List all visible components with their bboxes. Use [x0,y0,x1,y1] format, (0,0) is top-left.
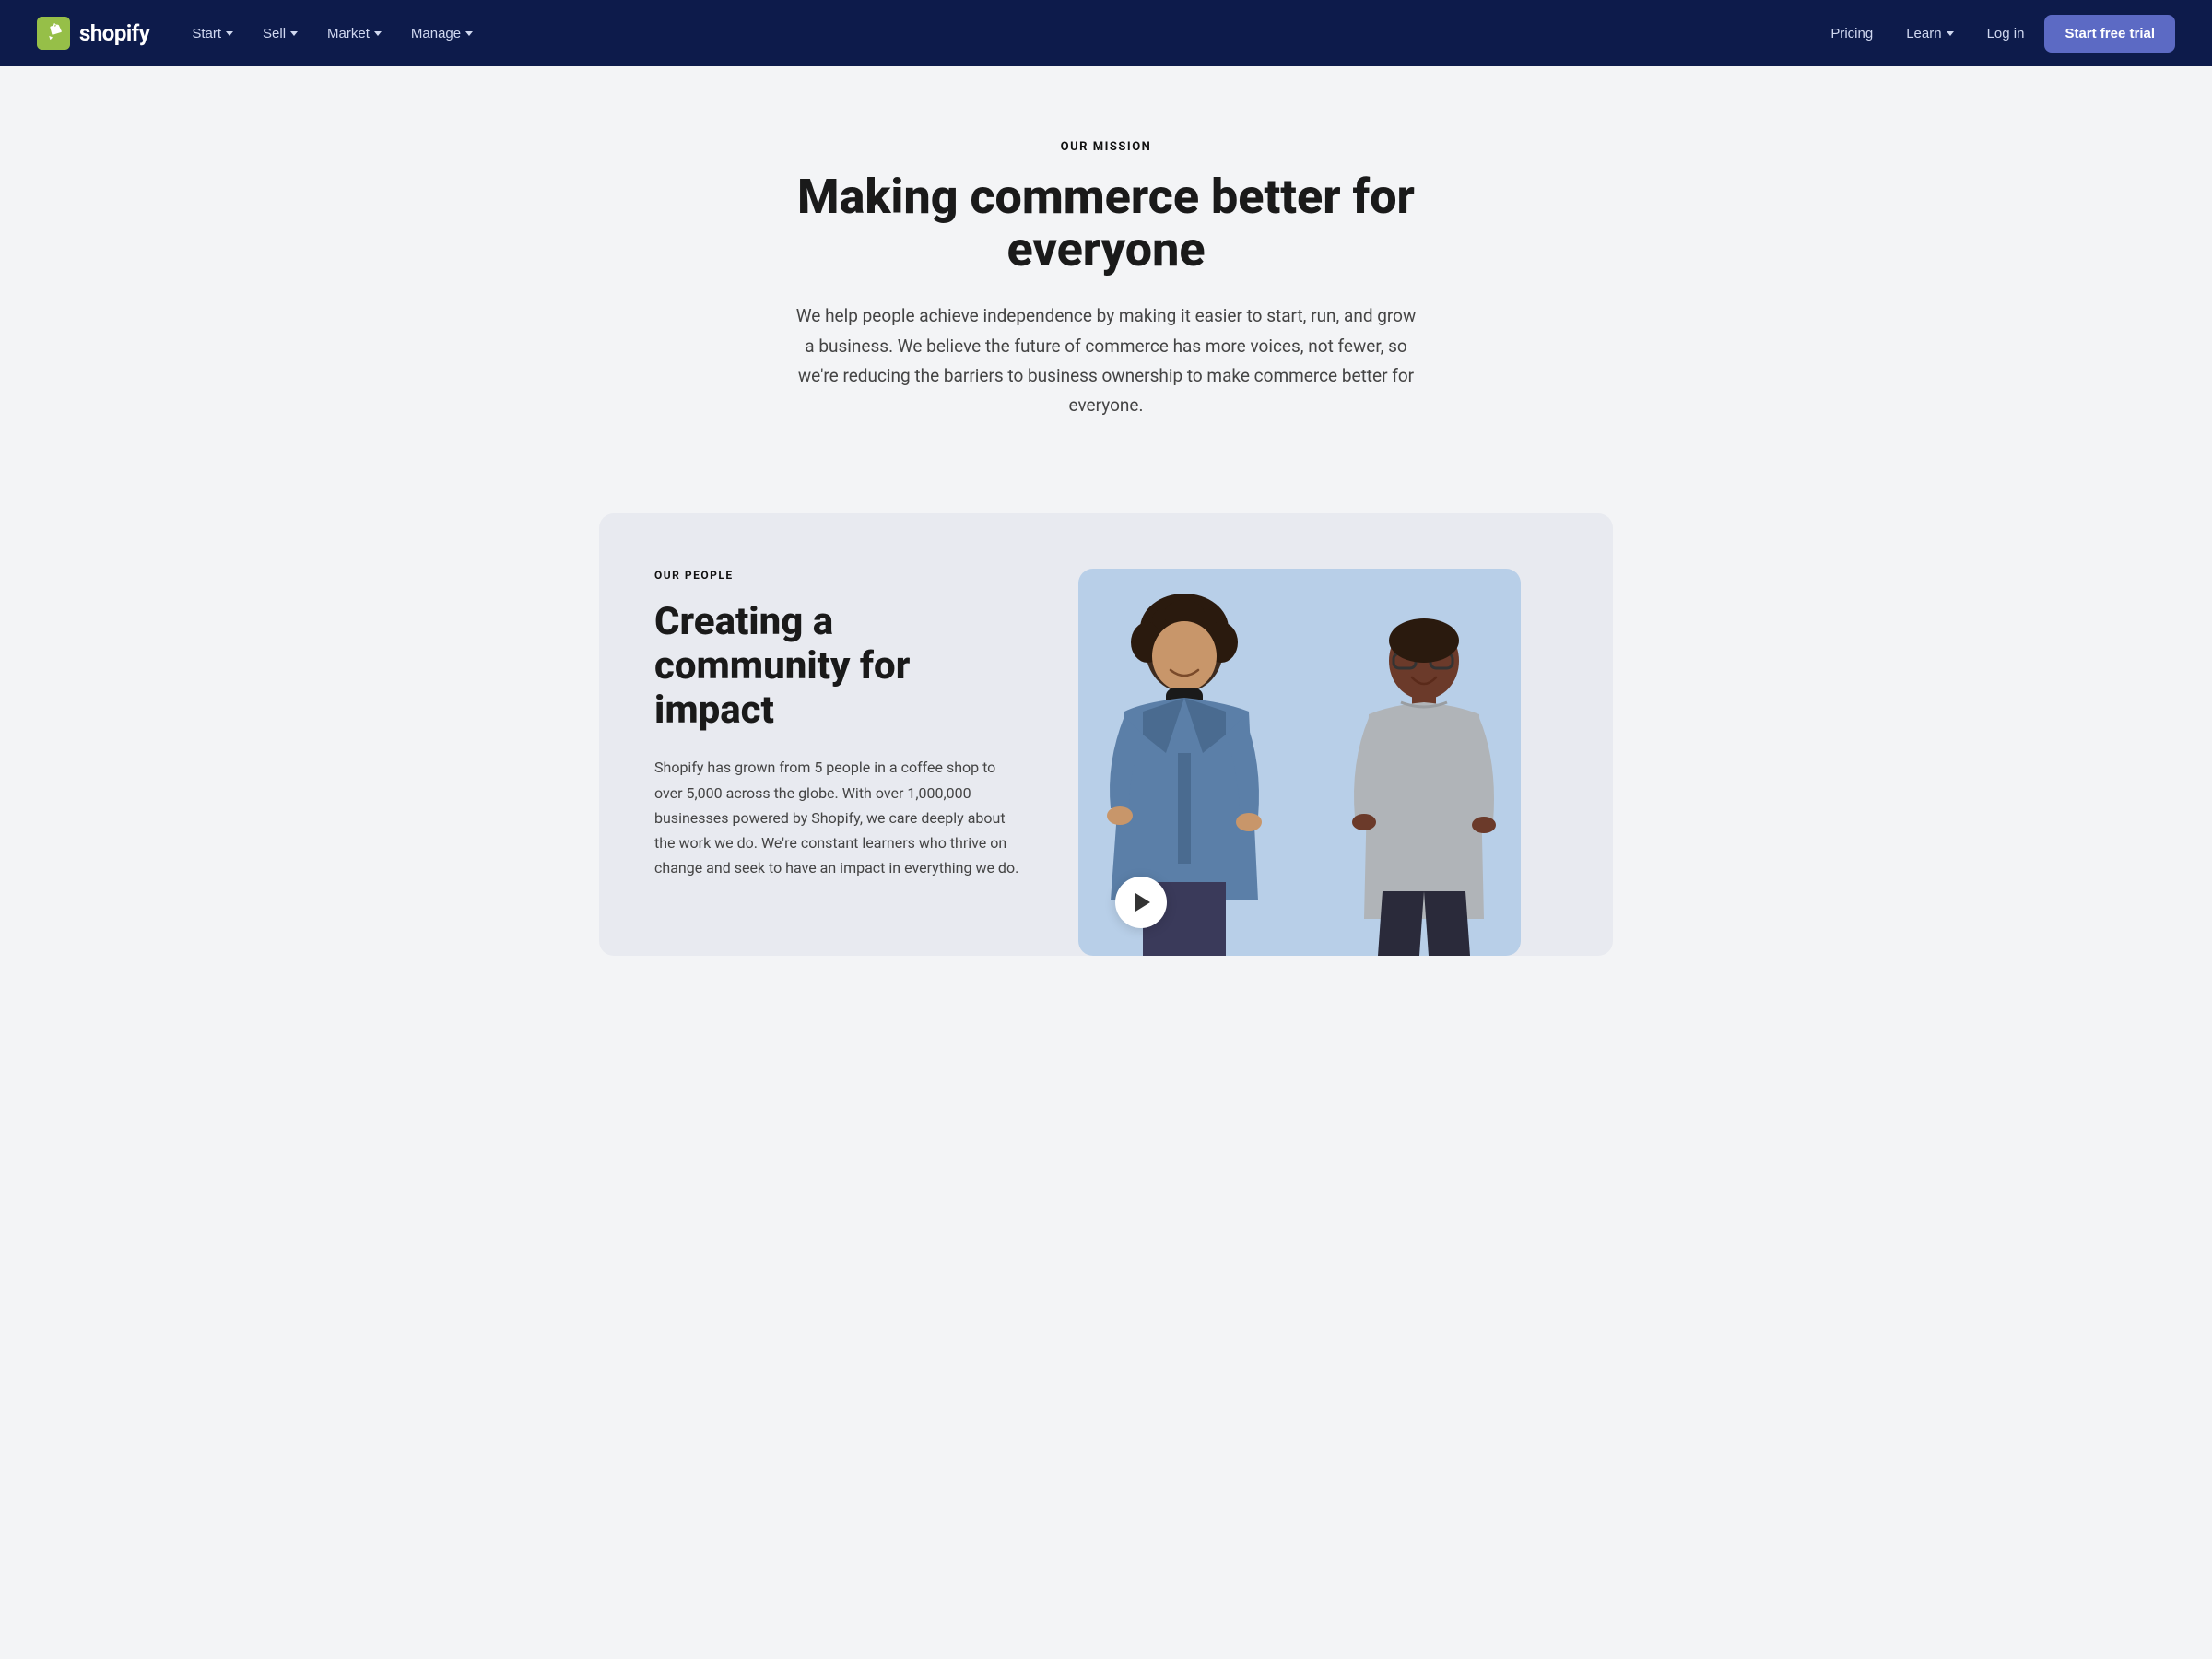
play-icon [1135,893,1150,912]
hero-eyebrow: OUR MISSION [18,140,2194,154]
logo-link[interactable]: shopify [37,17,149,50]
people-description: Shopify has grown from 5 people in a cof… [654,755,1023,880]
hero-title: Making commerce better for everyone [737,171,1475,276]
chevron-down-icon [465,31,473,36]
nav-sell[interactable]: Sell [250,18,311,49]
hero-section: OUR MISSION Making commerce better for e… [0,66,2212,513]
nav-start[interactable]: Start [179,18,246,49]
nav-links-right: Pricing Learn Log in Start free trial [1818,15,2175,53]
people-eyebrow: OUR PEOPLE [654,569,1023,582]
nav-pricing[interactable]: Pricing [1818,18,1886,49]
nav-links-left: Start Sell Market Manage [179,18,1810,49]
nav-login[interactable]: Log in [1974,18,2038,49]
people-image-wrap [1078,569,1521,956]
people-card: OUR PEOPLE Creating a community for impa… [599,513,1613,956]
nav-market[interactable]: Market [314,18,394,49]
person-right-figure [1336,606,1512,956]
nav-manage[interactable]: Manage [398,18,486,49]
people-section: OUR PEOPLE Creating a community for impa… [0,513,2212,1030]
logo-text: shopify [79,20,149,46]
chevron-down-icon [290,31,298,36]
shopify-logo-icon [37,17,70,50]
chevron-down-icon [1947,31,1954,36]
chevron-down-icon [374,31,382,36]
people-title: Creating a community for impact [654,600,1023,734]
start-free-trial-button[interactable]: Start free trial [2044,15,2175,53]
hero-description: We help people achieve independence by m… [793,301,1419,420]
people-text-block: OUR PEOPLE Creating a community for impa… [599,513,1078,936]
people-photo [1078,569,1521,956]
navigation: shopify Start Sell Market Manage Pricing… [0,0,2212,66]
play-button[interactable] [1115,877,1167,928]
nav-learn[interactable]: Learn [1893,18,1966,49]
chevron-down-icon [226,31,233,36]
